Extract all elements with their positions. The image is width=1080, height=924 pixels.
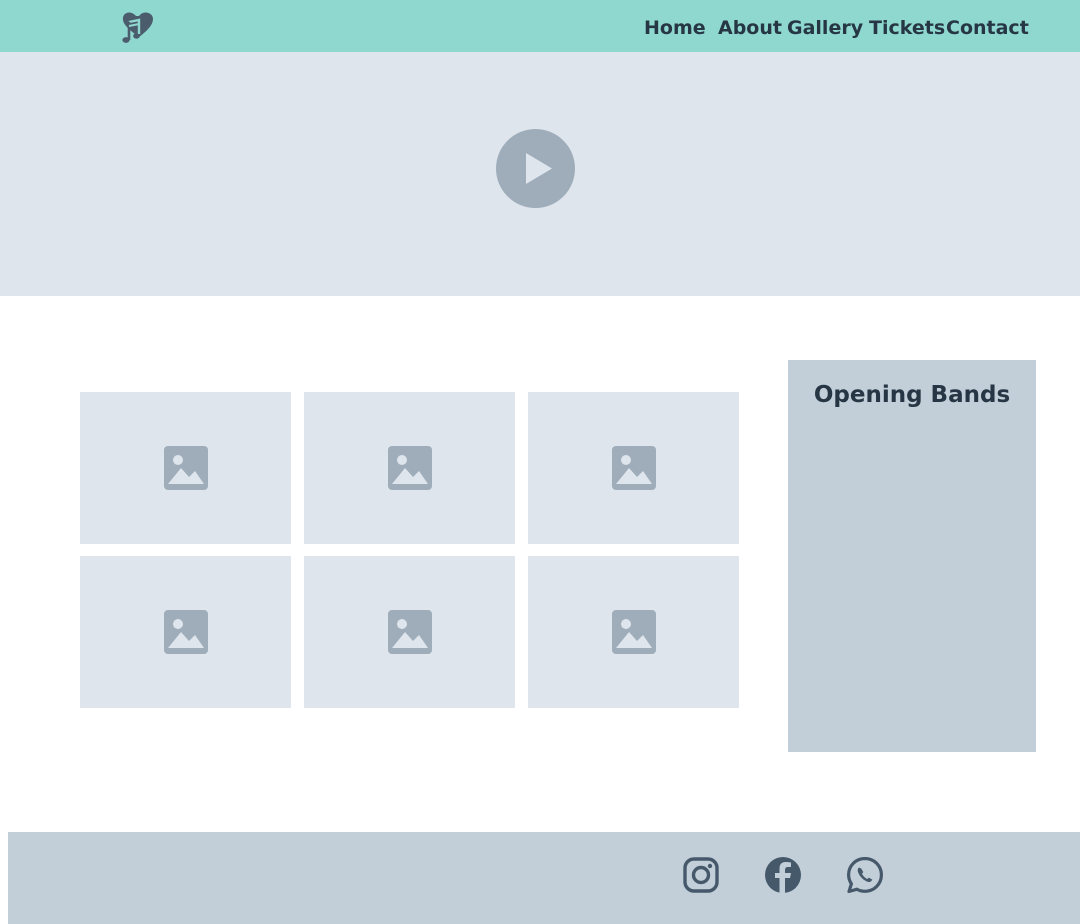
- nav-tickets[interactable]: Tickets: [869, 14, 945, 42]
- image-placeholder-icon: [388, 446, 432, 490]
- instagram-icon[interactable]: [682, 856, 720, 894]
- image-placeholder-icon: [164, 446, 208, 490]
- whatsapp-icon[interactable]: [846, 856, 884, 894]
- facebook-icon[interactable]: [764, 856, 802, 894]
- play-button[interactable]: [496, 129, 575, 208]
- image-placeholder-icon: [612, 446, 656, 490]
- image-placeholder-icon: [164, 610, 208, 654]
- music-heart-icon[interactable]: [119, 10, 155, 46]
- nav-contact[interactable]: Contact: [946, 14, 1029, 42]
- top-navigation-bar: Home About Gallery Tickets Contact: [0, 0, 1080, 52]
- gallery-image-4[interactable]: [80, 556, 291, 708]
- gallery-image-2[interactable]: [304, 392, 515, 544]
- gallery-image-1[interactable]: [80, 392, 291, 544]
- play-icon: [526, 153, 552, 184]
- image-placeholder-icon: [388, 610, 432, 654]
- nav-gallery[interactable]: Gallery: [787, 14, 863, 42]
- hero-video-area: [0, 52, 1080, 296]
- gallery-image-3[interactable]: [528, 392, 739, 544]
- gallery-image-5[interactable]: [304, 556, 515, 708]
- gallery-image-6[interactable]: [528, 556, 739, 708]
- opening-bands-title: Opening Bands: [813, 382, 1011, 408]
- opening-bands-panel: Opening Bands: [788, 360, 1036, 752]
- nav-about[interactable]: About: [718, 14, 782, 42]
- nav-home[interactable]: Home: [644, 14, 706, 42]
- footer: [8, 832, 1080, 924]
- image-placeholder-icon: [612, 610, 656, 654]
